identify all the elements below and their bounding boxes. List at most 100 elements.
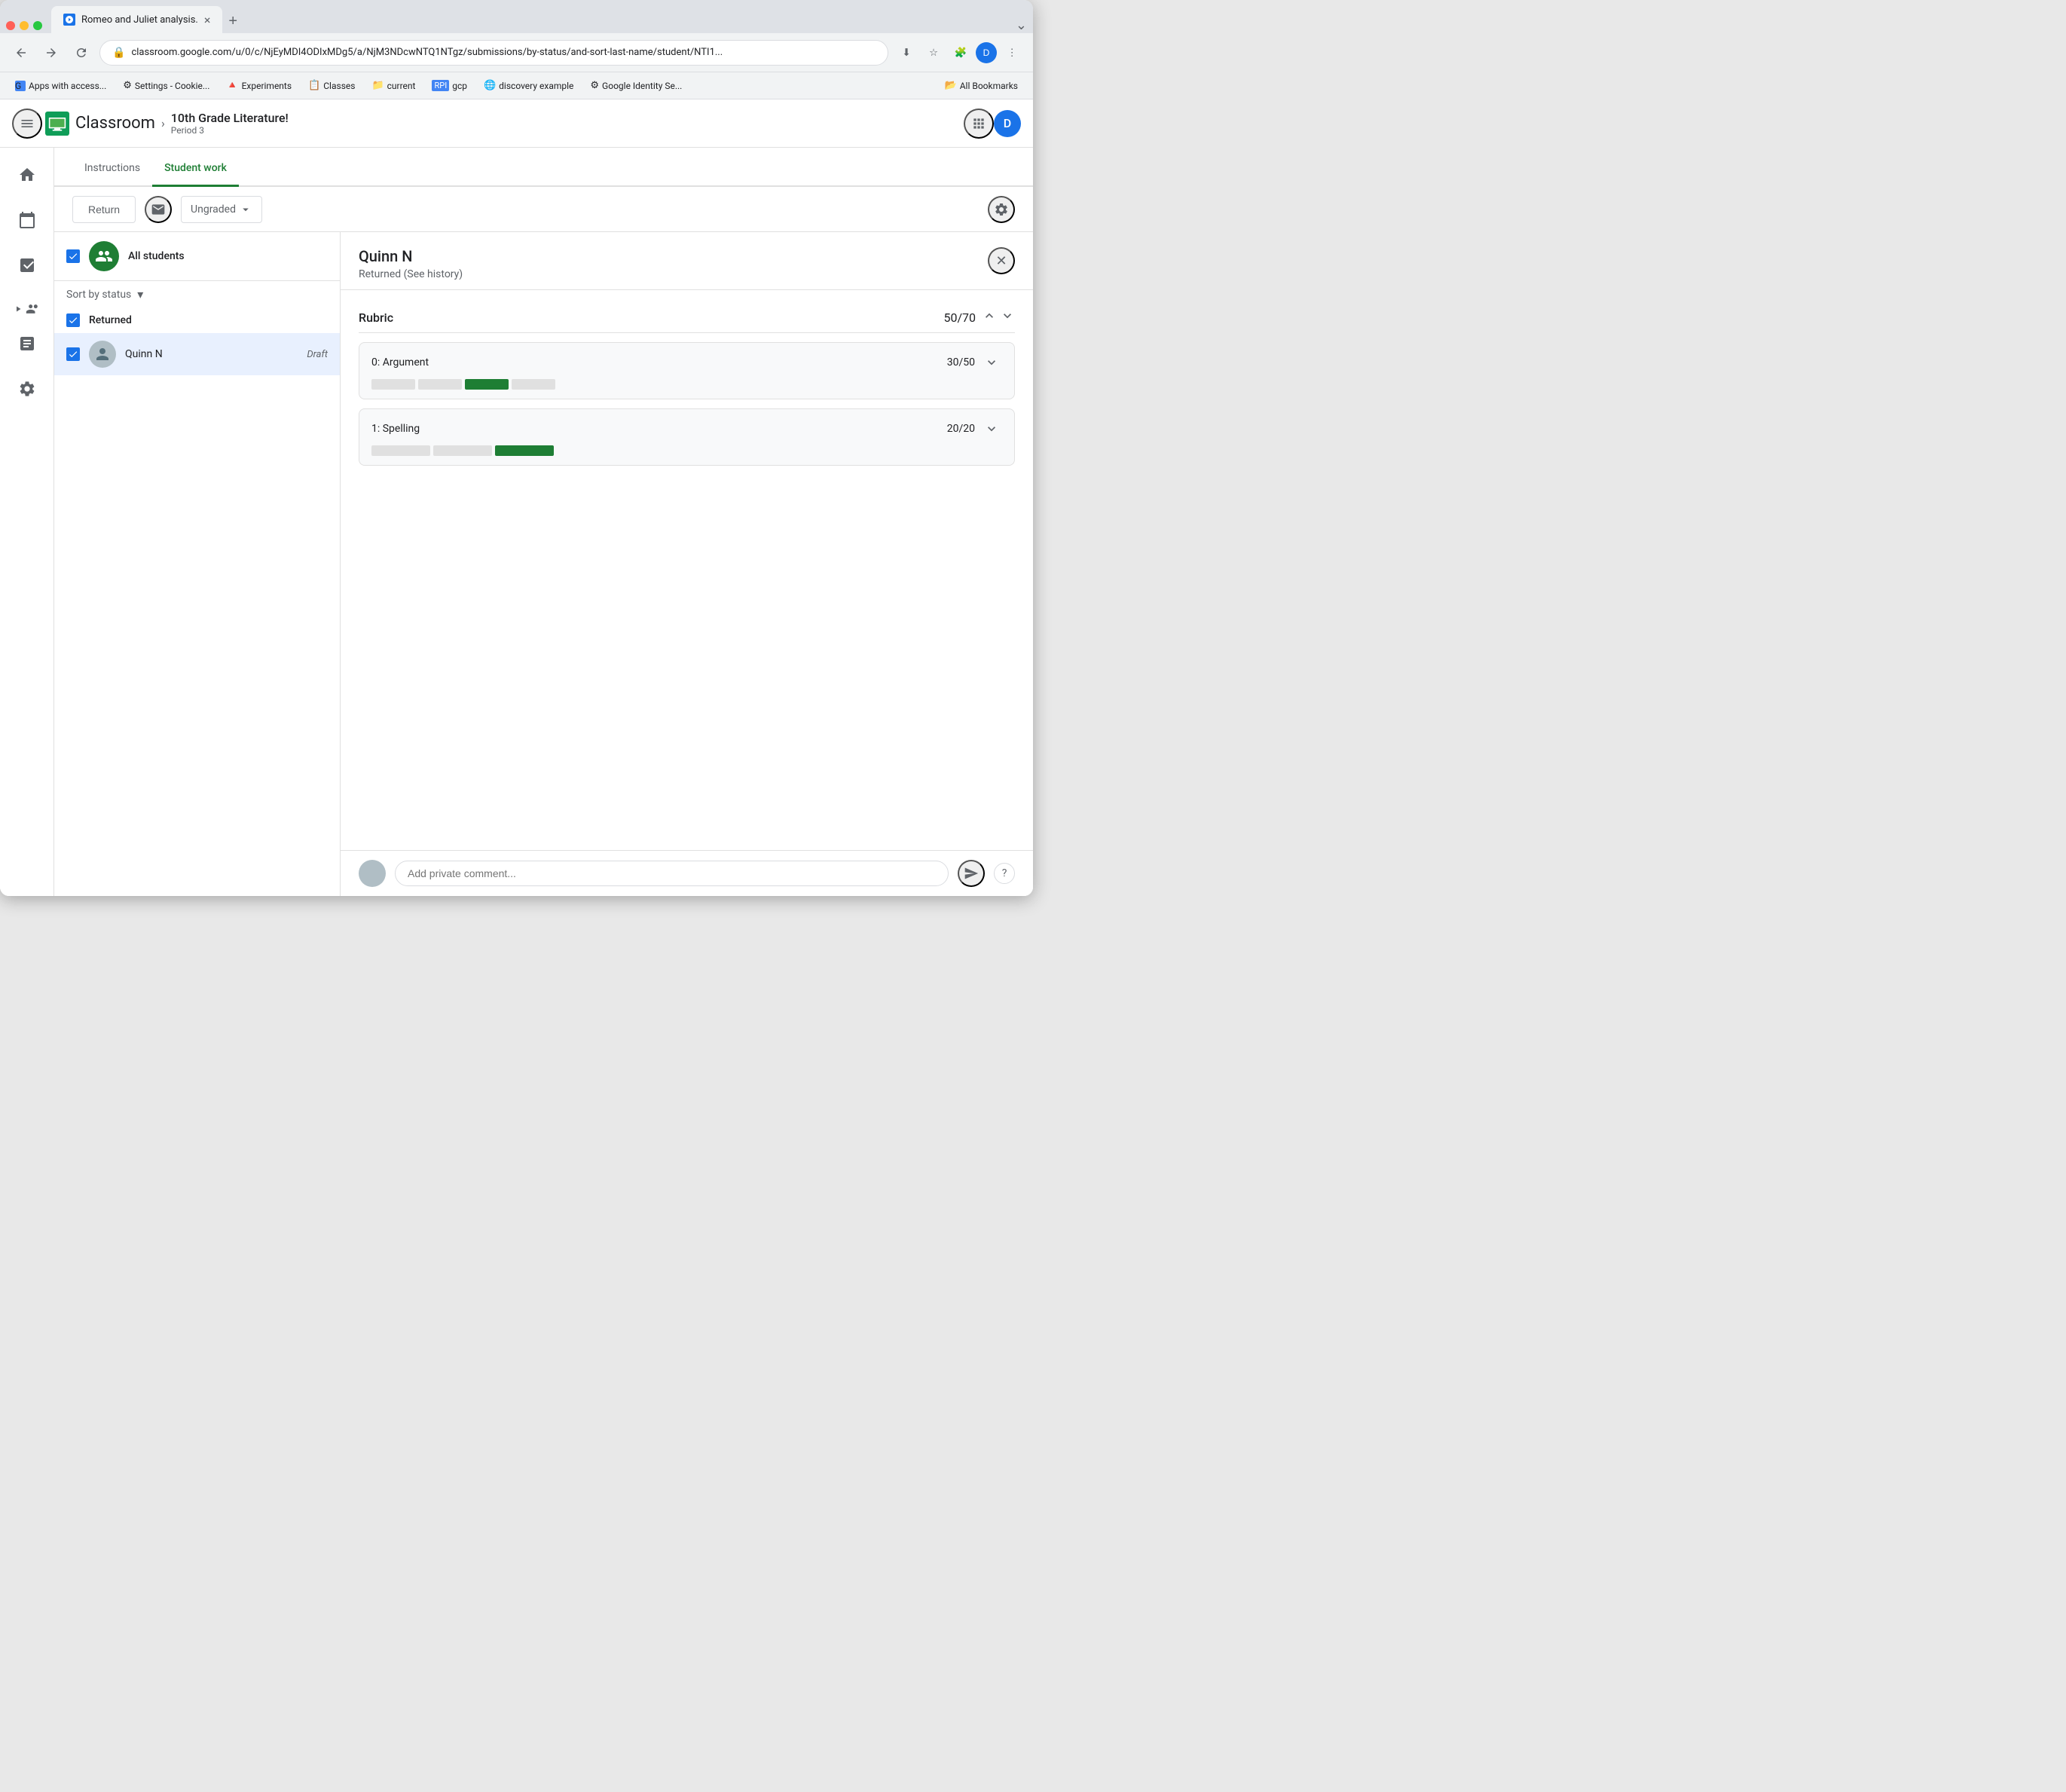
sort-arrow-icon[interactable]: ▾ (137, 287, 143, 301)
google-icon: ⚙ (590, 80, 599, 91)
classes-icon: 📋 (308, 80, 320, 91)
browser-menu-btn[interactable]: ⌄ (1016, 17, 1027, 33)
bookmark-discovery[interactable]: 🌐 discovery example (478, 77, 579, 94)
rubric-argument-progress (371, 379, 1002, 390)
close-detail-btn[interactable]: ✕ (988, 247, 1015, 274)
sidebar-item-settings[interactable] (6, 368, 48, 410)
settings-button[interactable] (988, 196, 1015, 223)
bookmark-classes[interactable]: 📋 Classes (302, 77, 361, 94)
main-layout: Instructions Student work Return Ungrade… (0, 148, 1033, 896)
help-btn[interactable]: ? (994, 863, 1015, 884)
bookmark-all[interactable]: 📂 All Bookmarks (939, 77, 1024, 94)
bookmark-settings[interactable]: ⚙ Settings - Cookie... (117, 77, 215, 94)
hamburger-menu[interactable] (12, 109, 42, 139)
all-students-checkbox[interactable] (66, 249, 80, 263)
bookmark-label: All Bookmarks (960, 81, 1018, 91)
bookmark-label: gcp (452, 81, 467, 91)
profile-btn[interactable]: D (976, 42, 997, 63)
minimize-window-btn[interactable] (20, 21, 29, 30)
split-view: All students Sort by status ▾ R (54, 232, 1033, 896)
returned-section-checkbox[interactable] (66, 313, 80, 327)
back-btn[interactable] (9, 41, 33, 65)
tab-close-btn[interactable]: × (204, 13, 211, 27)
rubric-title: Rubric (359, 310, 943, 325)
active-tab[interactable]: Romeo and Juliet analysis. × (51, 6, 222, 33)
bookmark-google-identity[interactable]: ⚙ Google Identity Se... (584, 77, 688, 94)
bookmark-gcp[interactable]: RPI gcp (426, 77, 472, 94)
bookmark-current[interactable]: 📁 current (365, 77, 421, 94)
classroom-logo: Classroom (45, 112, 155, 136)
detail-student-status: Returned (See history) (359, 268, 988, 280)
tab-instructions[interactable]: Instructions (72, 151, 152, 187)
all-students-row[interactable]: All students (54, 232, 340, 281)
grade-filter-label: Ungraded (191, 203, 236, 216)
score-up-icon[interactable] (982, 308, 1015, 326)
detail-header: Quinn N Returned (See history) ✕ (341, 232, 1033, 290)
student-row[interactable]: Quinn N Draft (54, 333, 340, 375)
rubric-item-argument-expand[interactable] (981, 352, 1002, 373)
student-name: Quinn N (125, 348, 298, 360)
mail-button[interactable] (145, 196, 172, 223)
user-avatar[interactable]: D (994, 110, 1021, 137)
rubric-item-spelling-expand[interactable] (981, 418, 1002, 439)
rubric-item-spelling-name: 1: Spelling (371, 423, 947, 435)
sort-label: Sort by status (66, 289, 131, 301)
sidebar-expand-people[interactable] (11, 298, 44, 320)
url-bar[interactable]: 🔒 classroom.google.com/u/0/c/NjEyMDI4ODI… (99, 40, 888, 66)
section-label-returned: Returned (89, 314, 132, 326)
student-list: All students Sort by status ▾ R (54, 232, 341, 896)
sidebar-item-assignments[interactable] (6, 244, 48, 286)
all-students-label: All students (128, 250, 328, 262)
rubric-item-argument-score: 30/50 (947, 356, 975, 368)
sidebar-item-gradebook[interactable] (6, 323, 48, 365)
refresh-btn[interactable] (69, 41, 93, 65)
bookmarks-bar: G Apps with access... ⚙ Settings - Cooki… (0, 72, 1033, 99)
classroom-icon-svg (45, 112, 69, 136)
student-status: Draft (307, 349, 328, 360)
tab-bar: Romeo and Juliet analysis. × + ⌄ (0, 0, 1033, 33)
close-window-btn[interactable] (6, 21, 15, 30)
bookmark-btn[interactable]: ☆ (921, 41, 946, 65)
extensions-btn[interactable]: 🧩 (949, 41, 973, 65)
more-btn[interactable]: ⋮ (1000, 41, 1024, 65)
bookmark-experiments[interactable]: 🔺 Experiments (220, 77, 298, 94)
detail-student-info: Quinn N Returned (See history) (359, 247, 988, 280)
grade-filter[interactable]: Ungraded (181, 196, 262, 223)
breadcrumb-separator: › (161, 116, 165, 130)
comment-input[interactable] (395, 861, 949, 886)
apps-grid-btn[interactable] (964, 109, 994, 139)
new-tab-btn[interactable]: + (222, 10, 243, 33)
forward-btn[interactable] (39, 41, 63, 65)
comment-section: ? (341, 850, 1033, 896)
all-students-icon (89, 241, 119, 271)
course-name: 10th Grade Literature! (171, 111, 289, 125)
address-bar: 🔒 classroom.google.com/u/0/c/NjEyMDI4ODI… (0, 33, 1033, 72)
app-container: Classroom › 10th Grade Literature! Perio… (0, 99, 1033, 896)
bookmark-label: discovery example (499, 81, 573, 91)
bookmark-apps[interactable]: G Apps with access... (9, 78, 112, 94)
send-comment-btn[interactable] (958, 860, 985, 887)
sidebar-item-home[interactable] (6, 154, 48, 196)
sidebar-item-calendar[interactable] (6, 199, 48, 241)
experiments-icon: 🔺 (226, 80, 238, 91)
spelling-seg-1 (371, 445, 430, 456)
rubric-item-argument-header: 0: Argument 30/50 (371, 352, 1002, 373)
spelling-seg-3-active (495, 445, 554, 456)
student-checkbox[interactable] (66, 347, 80, 361)
return-button[interactable]: Return (72, 196, 136, 223)
toolbar: Return Ungraded (54, 187, 1033, 232)
rubric-item-argument-name: 0: Argument (371, 356, 947, 368)
tab-student-work[interactable]: Student work (152, 151, 239, 187)
download-btn[interactable]: ⬇ (894, 41, 918, 65)
maximize-window-btn[interactable] (33, 21, 42, 30)
rubric-section: Rubric 50/70 (341, 290, 1033, 850)
comment-avatar (359, 860, 386, 887)
sort-row: Sort by status ▾ (54, 281, 340, 307)
bookmark-label: current (387, 81, 416, 91)
bookmark-label: Apps with access... (29, 81, 106, 91)
course-info: 10th Grade Literature! Period 3 (171, 111, 289, 136)
discovery-icon: 🌐 (484, 80, 496, 91)
tab-favicon (63, 14, 75, 26)
progress-seg-3-active (465, 379, 509, 390)
progress-seg-1 (371, 379, 415, 390)
